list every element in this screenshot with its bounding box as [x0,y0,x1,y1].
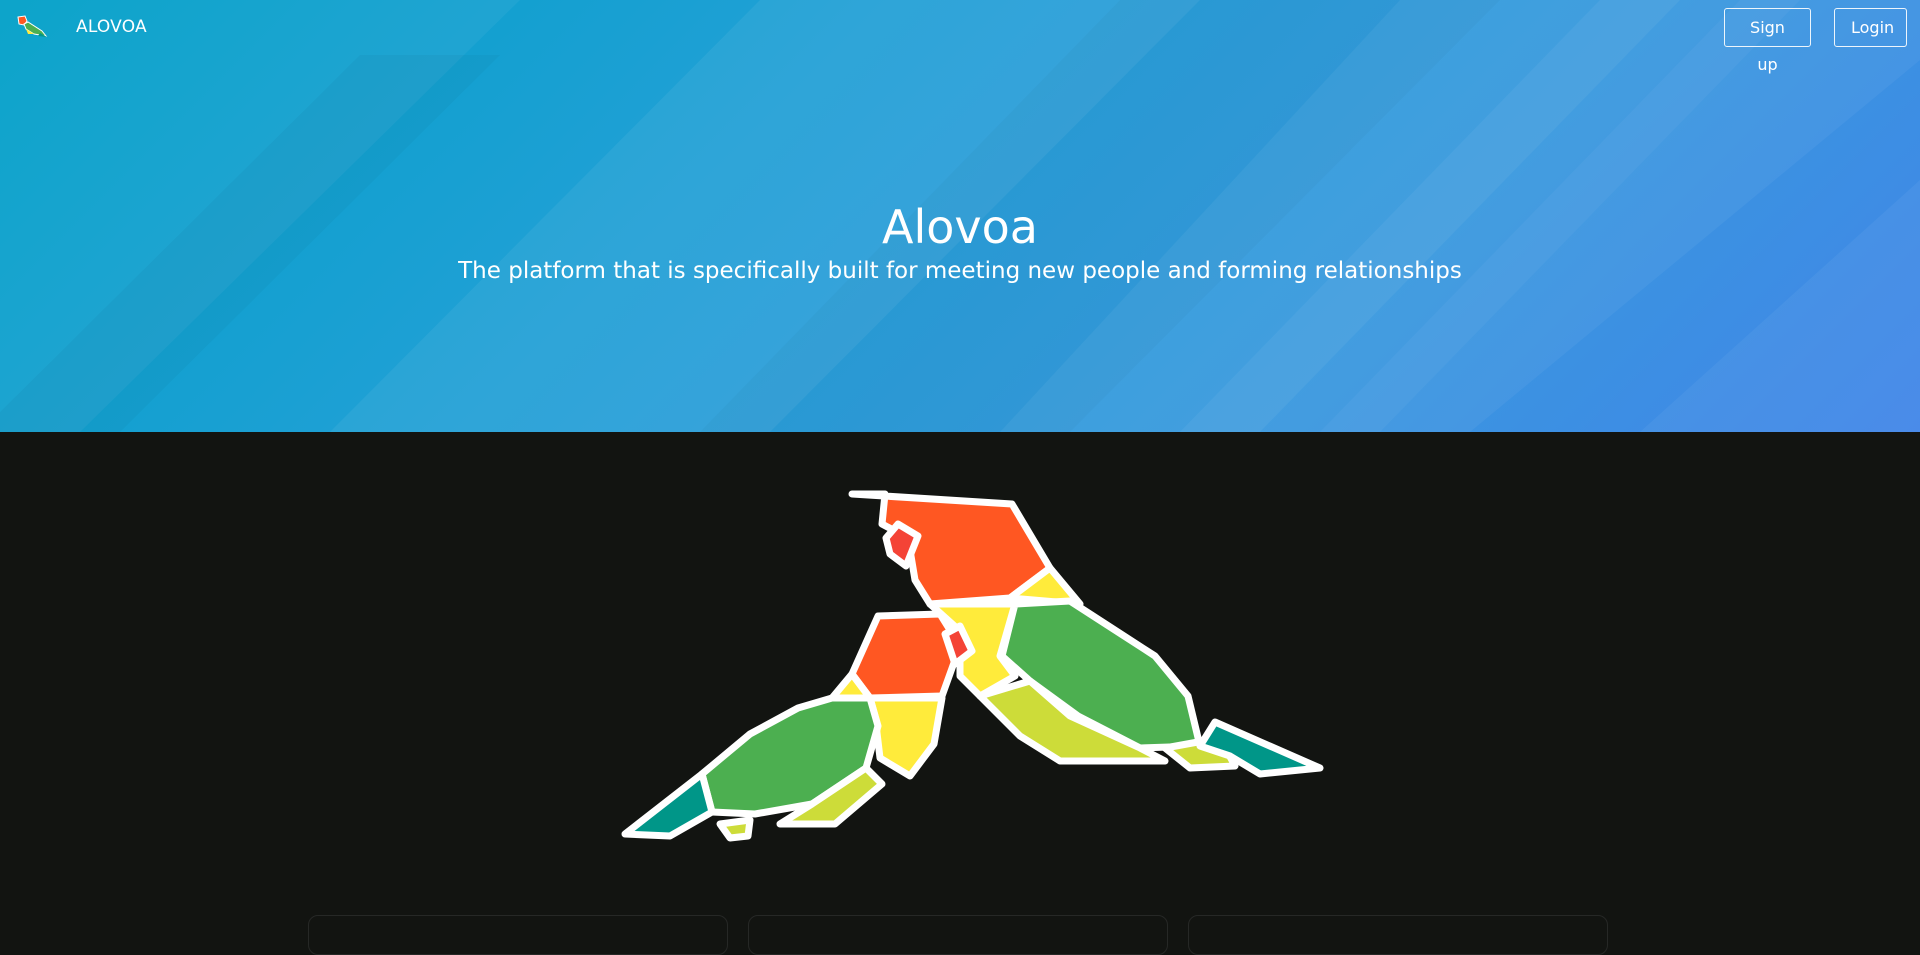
login-button[interactable]: Login [1834,8,1907,47]
page-subtitle: The platform that is specifically built … [458,258,1462,284]
two-parrots-illustration [621,490,1324,842]
parrot-logo-icon[interactable] [16,15,48,39]
feature-card [308,915,728,955]
top-navbar: ALOVOA Sign up Login [0,0,1920,74]
feature-card [748,915,1168,955]
page-title: Alovoa [882,200,1038,254]
signup-button[interactable]: Sign up [1724,8,1811,74]
hero-banner: ALOVOA Sign up Login Alovoa The platform… [0,0,1920,432]
feature-card [1188,915,1608,955]
brand-name[interactable]: ALOVOA [76,17,147,37]
